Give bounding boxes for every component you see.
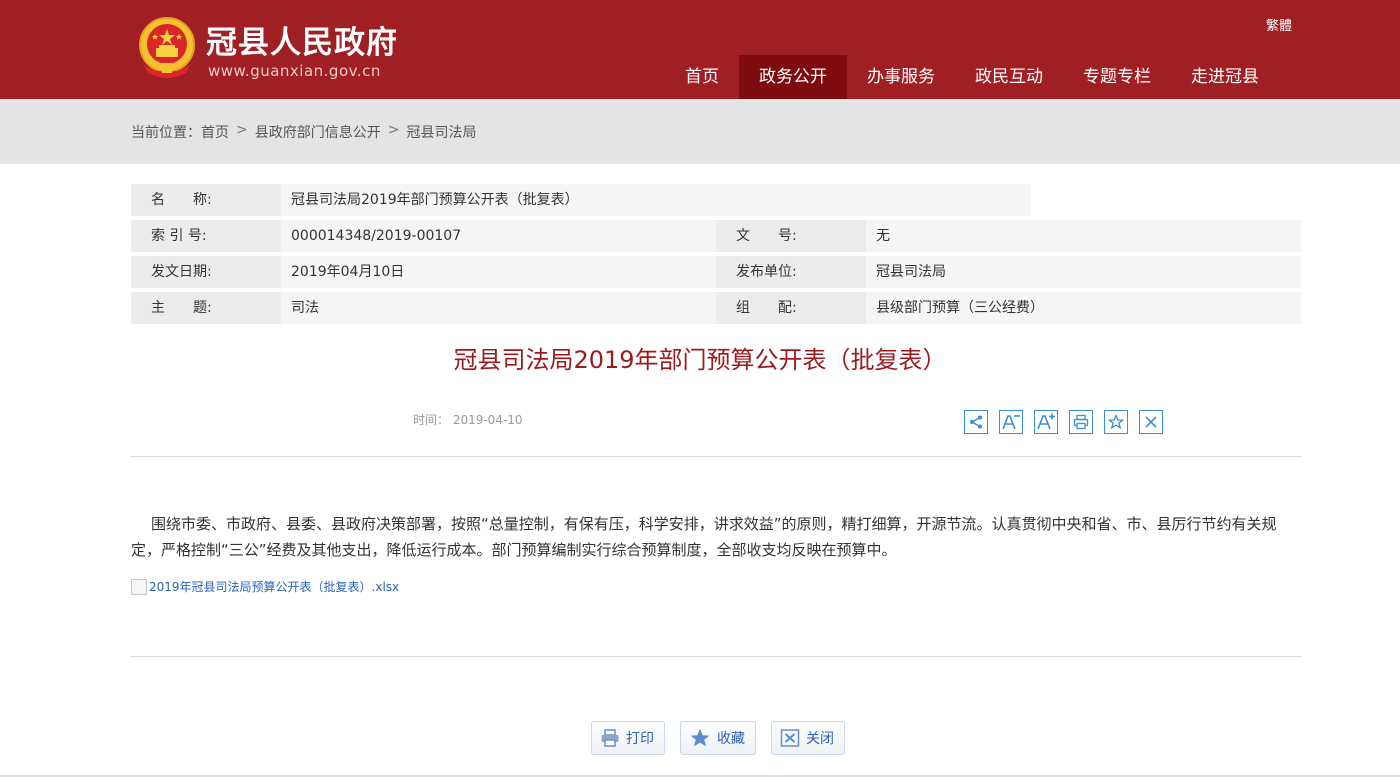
meta-row-name: 名 称: 冠县司法局2019年部门预算公开表（批复表） <box>131 184 1031 216</box>
meta-label: 索 引 号: <box>151 228 207 244</box>
meta-value-name: 冠县司法局2019年部门预算公开表（批复表） <box>291 192 579 208</box>
close-icon[interactable] <box>1139 410 1163 434</box>
breadcrumb-home[interactable]: 首页 <box>201 122 229 142</box>
article-body: 围绕市委、市政府、县委、县政府决策部署，按照“总量控制，有保有压，科学安排，讲求… <box>131 515 1277 559</box>
meta-value-index: 000014348/2019-00107 <box>291 228 462 244</box>
meta-value-docno: 无 <box>876 228 890 244</box>
meta-row-index: 索 引 号: 000014348/2019-00107 文 号: 无 <box>131 220 1301 252</box>
favorite-label: 收藏 <box>717 731 745 747</box>
nav-about-county[interactable]: 走进冠县 <box>1171 55 1279 99</box>
meta-value-date: 2019年04月10日 <box>291 264 405 280</box>
meta-value-publisher: 冠县司法局 <box>876 264 946 280</box>
print-label: 打印 <box>626 731 654 747</box>
bottom-actions: 打印 收藏 关闭 <box>591 721 860 755</box>
site-domain: www.guanxian.gov.cn <box>208 62 381 80</box>
breadcrumb-separator: > <box>387 122 400 138</box>
breadcrumb-prefix: 当前位置： <box>131 125 201 141</box>
traditional-chinese-link[interactable]: 繁體 <box>1266 15 1292 34</box>
broken-image-icon <box>131 578 147 595</box>
divider <box>131 656 1301 657</box>
attachment-filename[interactable]: 2019年冠县司法局预算公开表（批复表）.xlsx <box>149 578 399 595</box>
meta-label: 名 称: <box>151 192 212 208</box>
site-title[interactable]: 冠县人民政府 <box>206 17 398 62</box>
meta-label: 发布单位: <box>736 264 797 280</box>
publish-time: 时间： 2019-04-10 <box>413 413 523 427</box>
meta-value-category: 县级部门预算（三公经费） <box>876 300 1044 316</box>
nav-services[interactable]: 办事服务 <box>847 55 955 99</box>
favorite-icon[interactable] <box>1104 410 1128 434</box>
close-icon <box>780 729 800 747</box>
main-nav: 首页 政务公开 办事服务 政民互动 专题专栏 走进冠县 <box>665 55 1279 99</box>
share-icon[interactable] <box>964 410 988 434</box>
divider <box>131 456 1301 457</box>
meta-row-topic: 主 题: 司法 组 配: 县级部门预算（三公经费） <box>131 292 1301 324</box>
font-decrease-icon[interactable] <box>999 410 1023 434</box>
breadcrumb-separator: > <box>236 122 248 138</box>
attachment-link[interactable]: 2019年冠县司法局预算公开表（批复表）.xlsx <box>131 578 399 595</box>
meta-value-topic: 司法 <box>291 300 319 316</box>
meta-label: 发文日期: <box>151 264 212 280</box>
breadcrumb-justice-bureau[interactable]: 冠县司法局 <box>406 122 476 142</box>
meta-label: 文 号: <box>736 228 797 244</box>
article-title: 冠县司法局2019年部门预算公开表（批复表） <box>453 346 947 374</box>
nav-special-topics[interactable]: 专题专栏 <box>1063 55 1171 99</box>
close-button[interactable]: 关闭 <box>771 721 845 755</box>
nav-home[interactable]: 首页 <box>665 55 739 99</box>
star-icon <box>690 729 710 747</box>
meta-row-date: 发文日期: 2019年04月10日 发布单位: 冠县司法局 <box>131 256 1301 288</box>
nav-government-affairs[interactable]: 政务公开 <box>739 55 847 99</box>
breadcrumb-bar: 当前位置： 首页 > 县政府部门信息公开 > 冠县司法局 <box>0 99 1400 164</box>
close-label: 关闭 <box>806 731 834 747</box>
article-toolbar <box>964 410 1163 434</box>
print-icon[interactable] <box>1069 410 1093 434</box>
site-header: 冠县人民政府 www.guanxian.gov.cn 繁體 首页 政务公开 办事… <box>0 0 1400 99</box>
national-emblem-icon <box>139 17 195 78</box>
favorite-button[interactable]: 收藏 <box>680 721 756 755</box>
nav-interaction[interactable]: 政民互动 <box>955 55 1063 99</box>
meta-label: 主 题: <box>151 300 212 316</box>
print-icon <box>601 729 619 747</box>
print-button[interactable]: 打印 <box>591 721 665 755</box>
font-increase-icon[interactable] <box>1034 410 1058 434</box>
meta-label: 组 配: <box>736 300 797 316</box>
breadcrumb: 当前位置： 首页 > 县政府部门信息公开 > 冠县司法局 <box>131 122 476 142</box>
breadcrumb-dept-info[interactable]: 县政府部门信息公开 <box>255 122 381 142</box>
